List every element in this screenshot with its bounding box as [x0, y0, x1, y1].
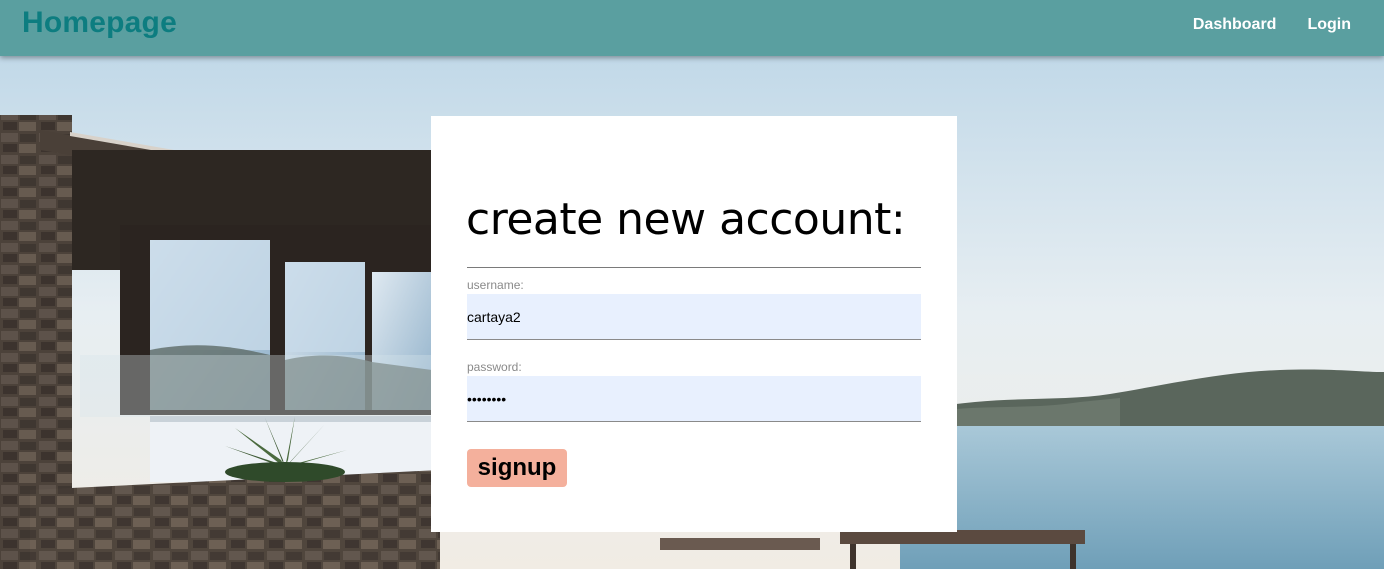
username-label: username:	[467, 278, 524, 292]
form-title: create new account:	[466, 194, 906, 245]
brand-homepage-link[interactable]: Homepage	[22, 6, 177, 40]
top-navbar: Homepage Dashboard Login	[0, 0, 1384, 56]
nav-dashboard-link[interactable]: Dashboard	[1193, 16, 1277, 34]
nav-links: Dashboard Login	[1193, 16, 1351, 34]
nav-login-link[interactable]: Login	[1307, 16, 1351, 34]
password-input[interactable]	[467, 376, 921, 422]
signup-button[interactable]: signup	[467, 449, 567, 487]
signup-card: create new account: username: password: …	[431, 116, 957, 532]
username-input[interactable]	[467, 294, 921, 340]
password-label: password:	[467, 360, 522, 374]
title-divider	[467, 267, 921, 268]
